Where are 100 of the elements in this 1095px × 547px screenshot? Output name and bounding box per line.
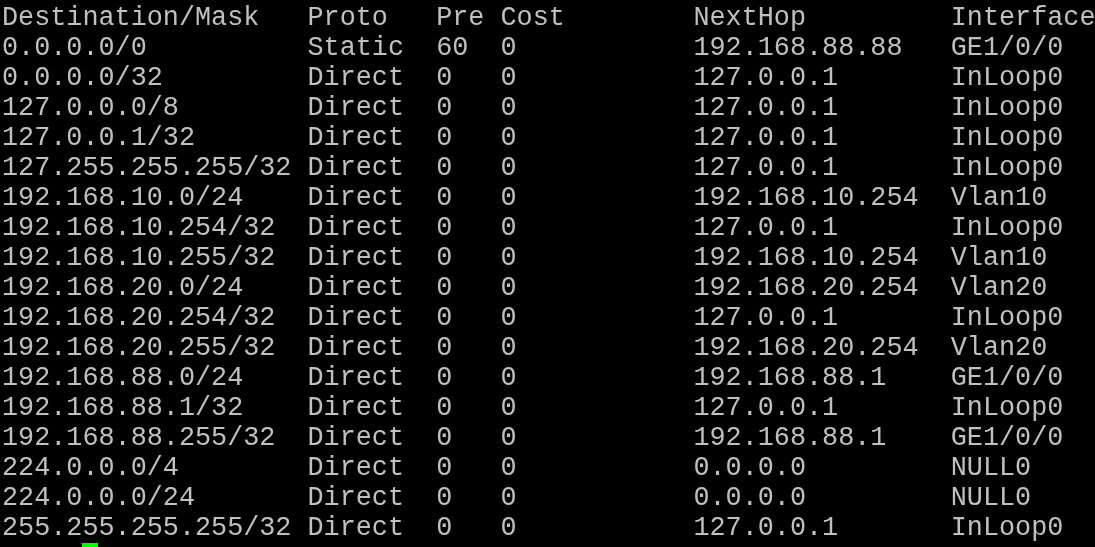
table-cell: 0: [436, 333, 453, 363]
table-cell: 0: [500, 453, 517, 483]
table-cell: NULL0: [950, 453, 1032, 483]
table-cell: 0: [500, 243, 517, 273]
table-cell: 192.168.88.88: [693, 33, 903, 63]
table-cell: 127.0.0.1: [693, 213, 839, 243]
table-cell: 192.168.20.254/32: [2, 303, 276, 333]
cursor: [82, 543, 99, 547]
table-cell: 192.168.20.254: [693, 273, 919, 303]
table-cell: Direct: [307, 453, 405, 483]
table-cell: 127.0.0.1: [693, 513, 839, 543]
table-cell: 192.168.20.254: [693, 333, 919, 363]
table-cell: Direct: [307, 243, 405, 273]
table-cell: 0: [500, 393, 517, 423]
table-cell: Direct: [307, 93, 405, 123]
table-cell: 224.0.0.0/24: [2, 483, 195, 513]
table-cell: 0: [436, 303, 453, 333]
table-cell: InLoop0: [950, 123, 1064, 153]
table-cell: 0: [500, 183, 517, 213]
table-cell: Direct: [307, 513, 405, 543]
table-cell: 0: [500, 483, 517, 513]
table-cell: 0.0.0.0: [693, 453, 807, 483]
table-cell: 192.168.20.255/32: [2, 333, 276, 363]
table-cell: 127.0.0.1: [693, 153, 839, 183]
table-cell: 0: [500, 333, 517, 363]
table-cell: 192.168.88.0/24: [2, 363, 244, 393]
table-cell: Direct: [307, 63, 405, 93]
table-cell: 0: [436, 213, 453, 243]
table-cell: 192.168.88.1: [693, 363, 887, 393]
table-cell: 0: [436, 513, 453, 543]
table-cell: Direct: [307, 153, 405, 183]
column-header: Pre: [436, 3, 485, 33]
table-cell: 127.0.0.1: [693, 303, 839, 333]
table-cell: Static: [307, 33, 405, 63]
table-cell: 192.168.20.0/24: [2, 273, 244, 303]
table-cell: Vlan10: [950, 243, 1048, 273]
table-cell: Direct: [307, 393, 405, 423]
table-cell: 192.168.10.254: [693, 243, 919, 273]
table-cell: 127.0.0.1: [693, 93, 839, 123]
table-cell: 127.0.0.1: [693, 393, 839, 423]
table-cell: 192.168.10.0/24: [2, 183, 244, 213]
table-cell: 0: [500, 363, 517, 393]
table-cell: 60: [436, 33, 469, 63]
table-cell: 0: [500, 513, 517, 543]
table-cell: 0: [436, 483, 453, 513]
table-cell: 255.255.255.255/32: [2, 513, 292, 543]
table-cell: 0: [436, 453, 453, 483]
table-cell: 0: [436, 63, 453, 93]
table-cell: 0: [500, 63, 517, 93]
table-cell: 0: [500, 273, 517, 303]
table-cell: 0: [500, 33, 517, 63]
table-cell: 0: [436, 393, 453, 423]
table-cell: 0: [500, 423, 517, 453]
table-cell: Direct: [307, 483, 405, 513]
table-cell: 127.0.0.0/8: [2, 93, 179, 123]
table-cell: GE1/0/0: [950, 423, 1064, 453]
table-cell: 192.168.88.1: [693, 423, 887, 453]
column-header: Destination/Mask: [2, 3, 260, 33]
table-cell: InLoop0: [950, 303, 1064, 333]
table-cell: Direct: [307, 273, 405, 303]
table-cell: GE1/0/0: [950, 363, 1064, 393]
table-cell: 0: [436, 93, 453, 123]
table-cell: 0: [500, 303, 517, 333]
table-cell: 0: [436, 273, 453, 303]
table-cell: 0.0.0.0: [693, 483, 807, 513]
table-cell: 127.0.0.1/32: [2, 123, 195, 153]
table-cell: InLoop0: [950, 393, 1064, 423]
table-cell: 127.0.0.1: [693, 63, 839, 93]
table-cell: Direct: [307, 303, 405, 333]
table-cell: 0.0.0.0/32: [2, 63, 163, 93]
column-header: Cost: [500, 3, 565, 33]
table-cell: Vlan20: [950, 333, 1048, 363]
column-header: NextHop: [693, 3, 807, 33]
table-cell: NULL0: [950, 483, 1032, 513]
table-cell: 0: [500, 123, 517, 153]
table-cell: 127.0.0.1: [693, 123, 839, 153]
table-cell: InLoop0: [950, 513, 1064, 543]
column-header: Interface: [950, 3, 1095, 33]
table-cell: Direct: [307, 123, 405, 153]
table-cell: Direct: [307, 183, 405, 213]
table-cell: InLoop0: [950, 153, 1064, 183]
table-cell: 0: [436, 183, 453, 213]
table-cell: Direct: [307, 423, 405, 453]
table-cell: Direct: [307, 333, 405, 363]
table-cell: InLoop0: [950, 93, 1064, 123]
table-cell: 0: [436, 363, 453, 393]
table-cell: 192.168.10.254/32: [2, 213, 276, 243]
table-cell: 0: [436, 153, 453, 183]
table-cell: 192.168.10.254: [693, 183, 919, 213]
table-cell: Direct: [307, 213, 405, 243]
table-cell: Direct: [307, 363, 405, 393]
table-cell: 192.168.88.255/32: [2, 423, 276, 453]
table-cell: 0: [436, 423, 453, 453]
table-cell: 192.168.10.255/32: [2, 243, 276, 273]
table-cell: InLoop0: [950, 63, 1064, 93]
table-cell: 0: [436, 123, 453, 153]
table-cell: 127.255.255.255/32: [2, 153, 292, 183]
table-cell: 192.168.88.1/32: [2, 393, 244, 423]
table-cell: Vlan10: [950, 183, 1048, 213]
table-cell: GE1/0/0: [950, 33, 1064, 63]
